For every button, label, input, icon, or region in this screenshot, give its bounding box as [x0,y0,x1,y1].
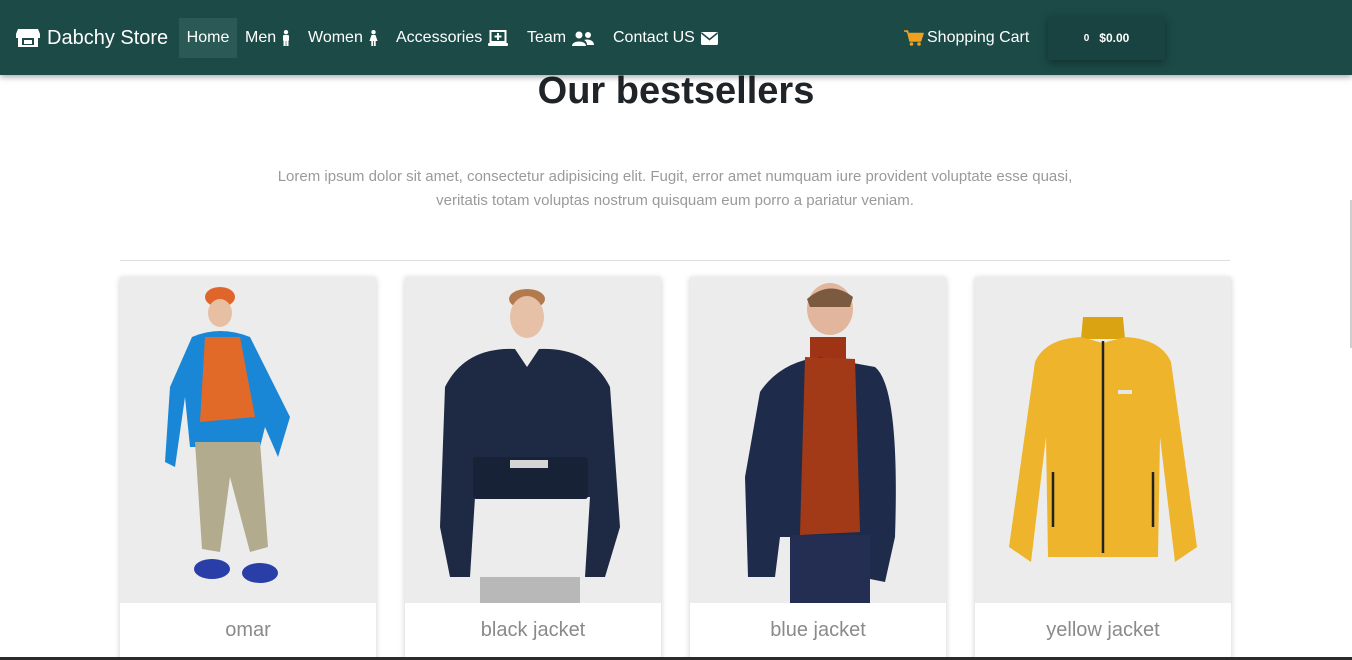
nav-contact[interactable]: Contact US [613,18,718,58]
shopping-cart-label: Shopping Cart [927,29,1030,46]
nav-contact-label: Contact US [613,29,695,46]
nav-men-label: Men [245,29,277,46]
brand-link[interactable]: Dabchy Store [15,24,168,52]
shopping-cart-icon [904,30,924,46]
nav-accessories-label: Accessories [396,29,483,46]
product-name: black jacket [480,619,586,641]
product-card[interactable]: yellow jacket [975,277,1231,660]
female-icon [369,30,378,46]
nav-home[interactable]: Home [179,18,237,58]
shopping-cart-link[interactable]: Shopping Cart [904,18,1029,58]
product-name: yellow jacket [1046,619,1160,641]
nav-women[interactable]: Women [308,18,378,58]
page-title: Our bestsellers [537,70,815,112]
section-description: Lorem ipsum dolor sit amet, consectetur … [277,168,1073,209]
male-icon [283,30,290,46]
laptop-medical-icon [488,30,509,46]
users-icon [572,31,595,46]
store-icon [16,29,40,47]
cart-total: $0.00 [1099,31,1130,45]
product-image [120,277,376,603]
product-card[interactable]: blue jacket [690,277,946,660]
navbar: Dabchy Store Home Men Women Accessories [0,0,1352,75]
product-image [975,277,1231,603]
nav-team-label: Team [527,29,567,46]
product-name: blue jacket [770,619,866,641]
nav-team[interactable]: Team [527,18,595,58]
cart-count: 0 [1083,32,1090,44]
cart-total-button[interactable]: 0 $0.00 [1048,16,1165,60]
nav-men[interactable]: Men [245,18,290,58]
section-divider [120,260,1230,261]
product-image [405,277,661,603]
nav-accessories[interactable]: Accessories [396,18,509,58]
nav-women-label: Women [308,29,363,46]
envelope-icon [700,31,718,45]
product-name: omar [225,619,271,641]
product-card[interactable]: omar [120,277,376,660]
nav-home-label: Home [186,29,230,46]
product-image [690,277,946,603]
product-card[interactable]: black jacket [405,277,661,660]
brand-name: Dabchy Store [47,26,169,49]
